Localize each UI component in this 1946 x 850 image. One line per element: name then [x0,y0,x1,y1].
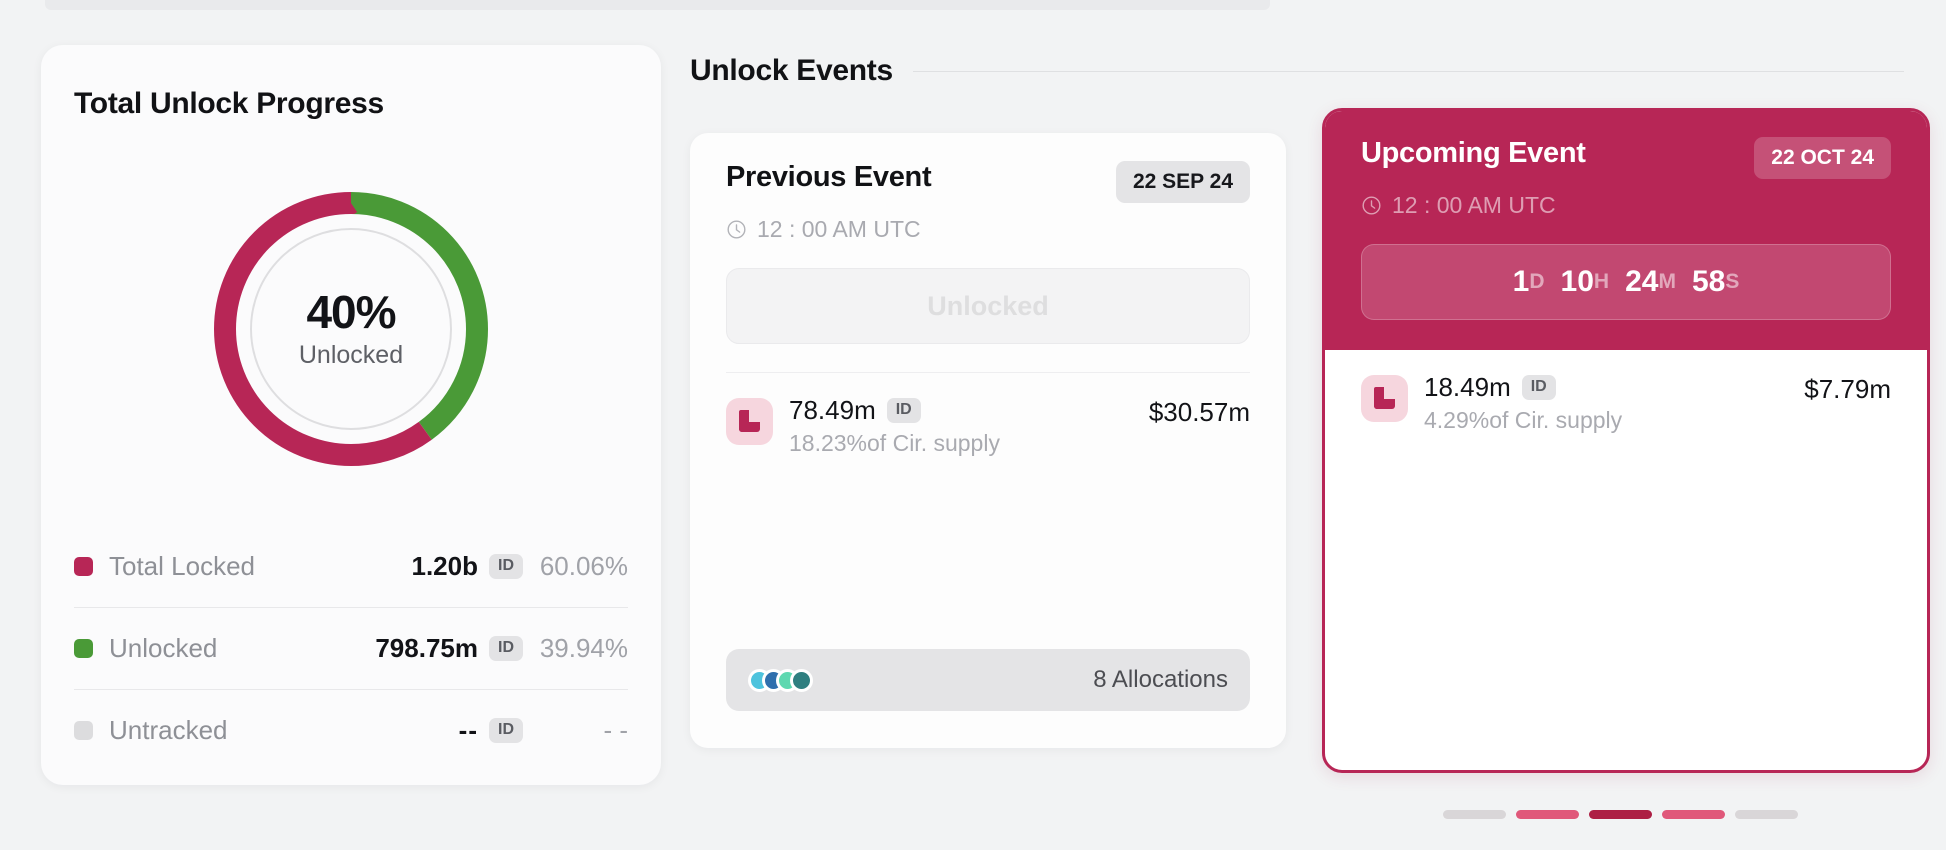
countdown-seconds-unit: S [1725,270,1740,293]
legend-percent-total-locked: 60.06% [539,550,628,581]
previous-event-date-badge: 22 SEP 24 [1115,161,1250,203]
page-title: Total Unlock Progress [74,87,384,120]
pagination-dot-1[interactable] [1443,810,1506,819]
countdown-days-unit: D [1529,270,1545,293]
donut-percent-label: Unlocked [298,341,404,370]
upcoming-event-body: 18.49m ID 4.29%of Cir. supply $7.79m [1325,350,1927,770]
upcoming-event-amount-line: 18.49m ID [1424,372,1804,403]
previous-event-amount: 78.49m [789,395,876,425]
token-unlock-icon [726,398,773,445]
previous-event-allocations-bar[interactable]: 8 Allocations [726,649,1250,711]
legend-row-unlocked[interactable]: Unlocked 798.75m ID 39.94% [74,607,628,689]
upcoming-event-time: 12 : 00 AM UTC [1392,192,1556,218]
upcoming-event-title: Upcoming Event [1361,137,1586,169]
legend-chip-total-locked: ID [489,553,523,579]
countdown-minutes-unit: M [1658,270,1676,293]
legend-swatch-untracked [74,721,93,740]
countdown-seconds-value: 58 [1691,265,1726,298]
legend-percent-unlocked: 39.94% [539,633,628,663]
legend-row-untracked[interactable]: Untracked -- ID - - [74,689,628,771]
legend-swatch-unlocked [74,639,93,658]
previous-event-status-text: Unlocked [927,290,1049,321]
pagination-dot-4[interactable] [1662,810,1725,819]
previous-event-time: 12 : 00 AM UTC [757,216,921,242]
legend-label-total-locked: Total Locked [109,550,255,581]
header-divider [912,70,1904,72]
legend-label-untracked: Untracked [109,715,228,745]
countdown-hours-value: 10 [1560,265,1594,298]
top-strip [45,0,1270,10]
upcoming-event-amount: 18.49m [1424,372,1511,402]
legend-label-unlocked: Unlocked [109,633,218,663]
legend-swatch-total-locked [74,556,93,576]
upcoming-event-header: Upcoming Event 22 OCT 24 12 : 00 AM UTC … [1325,111,1927,350]
dashboard-page: Total Unlock Progress 40% Unlocked Total… [0,0,1946,850]
clock-icon [1362,196,1381,215]
legend-chip-unlocked: ID [489,636,523,661]
previous-event-amount-line: 78.49m ID [789,395,1149,426]
pagination-dot-active[interactable] [1589,810,1652,819]
countdown-hours-unit: H [1593,270,1610,293]
previous-event-time-row: 12 : 00 AM UTC [726,216,1250,243]
previous-event-amount-row: 78.49m ID 18.23%of Cir. supply $30.57m [690,373,1286,457]
previous-event-status-box: Unlocked [726,268,1250,344]
upcoming-event-amount-chip: ID [1521,375,1556,400]
upcoming-event-card[interactable]: Upcoming Event 22 OCT 24 12 : 00 AM UTC … [1322,108,1930,773]
legend-row-total-locked[interactable]: Total Locked 1.20b ID 60.06% [74,525,628,607]
avatar [790,668,813,692]
previous-event-usd-value: $30.57m [1148,397,1250,427]
donut-percent-value: 40% [306,285,396,338]
countdown-minutes-value: 24 [1625,265,1659,298]
previous-event-allocation-avatars [748,668,813,692]
upcoming-event-head-row: Upcoming Event 22 OCT 24 [1361,137,1891,179]
legend-chip-untracked: ID [489,718,523,743]
previous-event-amount-chip: ID [886,398,921,423]
previous-event-title: Previous Event [726,161,932,193]
countdown-days-value: 1 [1512,265,1530,298]
unlock-events-header: Unlock Events [690,54,1904,88]
unlock-progress-donut-chart: 40% Unlocked [207,185,495,473]
legend-value-untracked: -- [458,715,478,745]
legend-percent-untracked: - - [603,715,628,745]
upcoming-event-supply-share: 4.29%of Cir. supply [1424,407,1623,433]
upcoming-event-amount-row: 18.49m ID 4.29%of Cir. supply $7.79m [1325,350,1927,434]
legend-value-unlocked: 798.75m [375,633,478,663]
token-unlock-icon [1361,375,1408,422]
previous-event-top: Previous Event 22 SEP 24 12 : 00 AM UTC … [690,133,1286,373]
clock-icon [727,220,746,239]
carousel-pagination[interactable] [1443,810,1798,819]
previous-event-head-row: Previous Event 22 SEP 24 [726,161,1250,203]
legend-value-total-locked: 1.20b [411,550,479,581]
upcoming-event-countdown: 1 D 10 H 24 M 58 S [1361,244,1891,320]
pagination-dot-2[interactable] [1516,810,1579,819]
previous-event-allocations-count: 8 Allocations [1093,666,1228,693]
upcoming-event-usd-value: $7.79m [1804,374,1891,404]
total-unlock-progress-card: Total Unlock Progress 40% Unlocked Total… [41,45,661,785]
previous-event-card[interactable]: Previous Event 22 SEP 24 12 : 00 AM UTC … [690,133,1286,748]
pagination-dot-5[interactable] [1735,810,1798,819]
upcoming-event-time-row: 12 : 00 AM UTC [1361,192,1891,219]
previous-event-amount-info: 78.49m ID 18.23%of Cir. supply [789,395,1149,457]
unlock-legend: Total Locked 1.20b ID 60.06% Unlocked 79… [74,525,628,771]
upcoming-event-amount-info: 18.49m ID 4.29%of Cir. supply [1424,372,1804,434]
upcoming-event-date-badge: 22 OCT 24 [1754,137,1891,179]
previous-event-supply-share: 18.23%of Cir. supply [789,430,1000,456]
unlock-events-title: Unlock Events [690,54,893,87]
donut-center-label: 40% Unlocked [207,185,495,473]
